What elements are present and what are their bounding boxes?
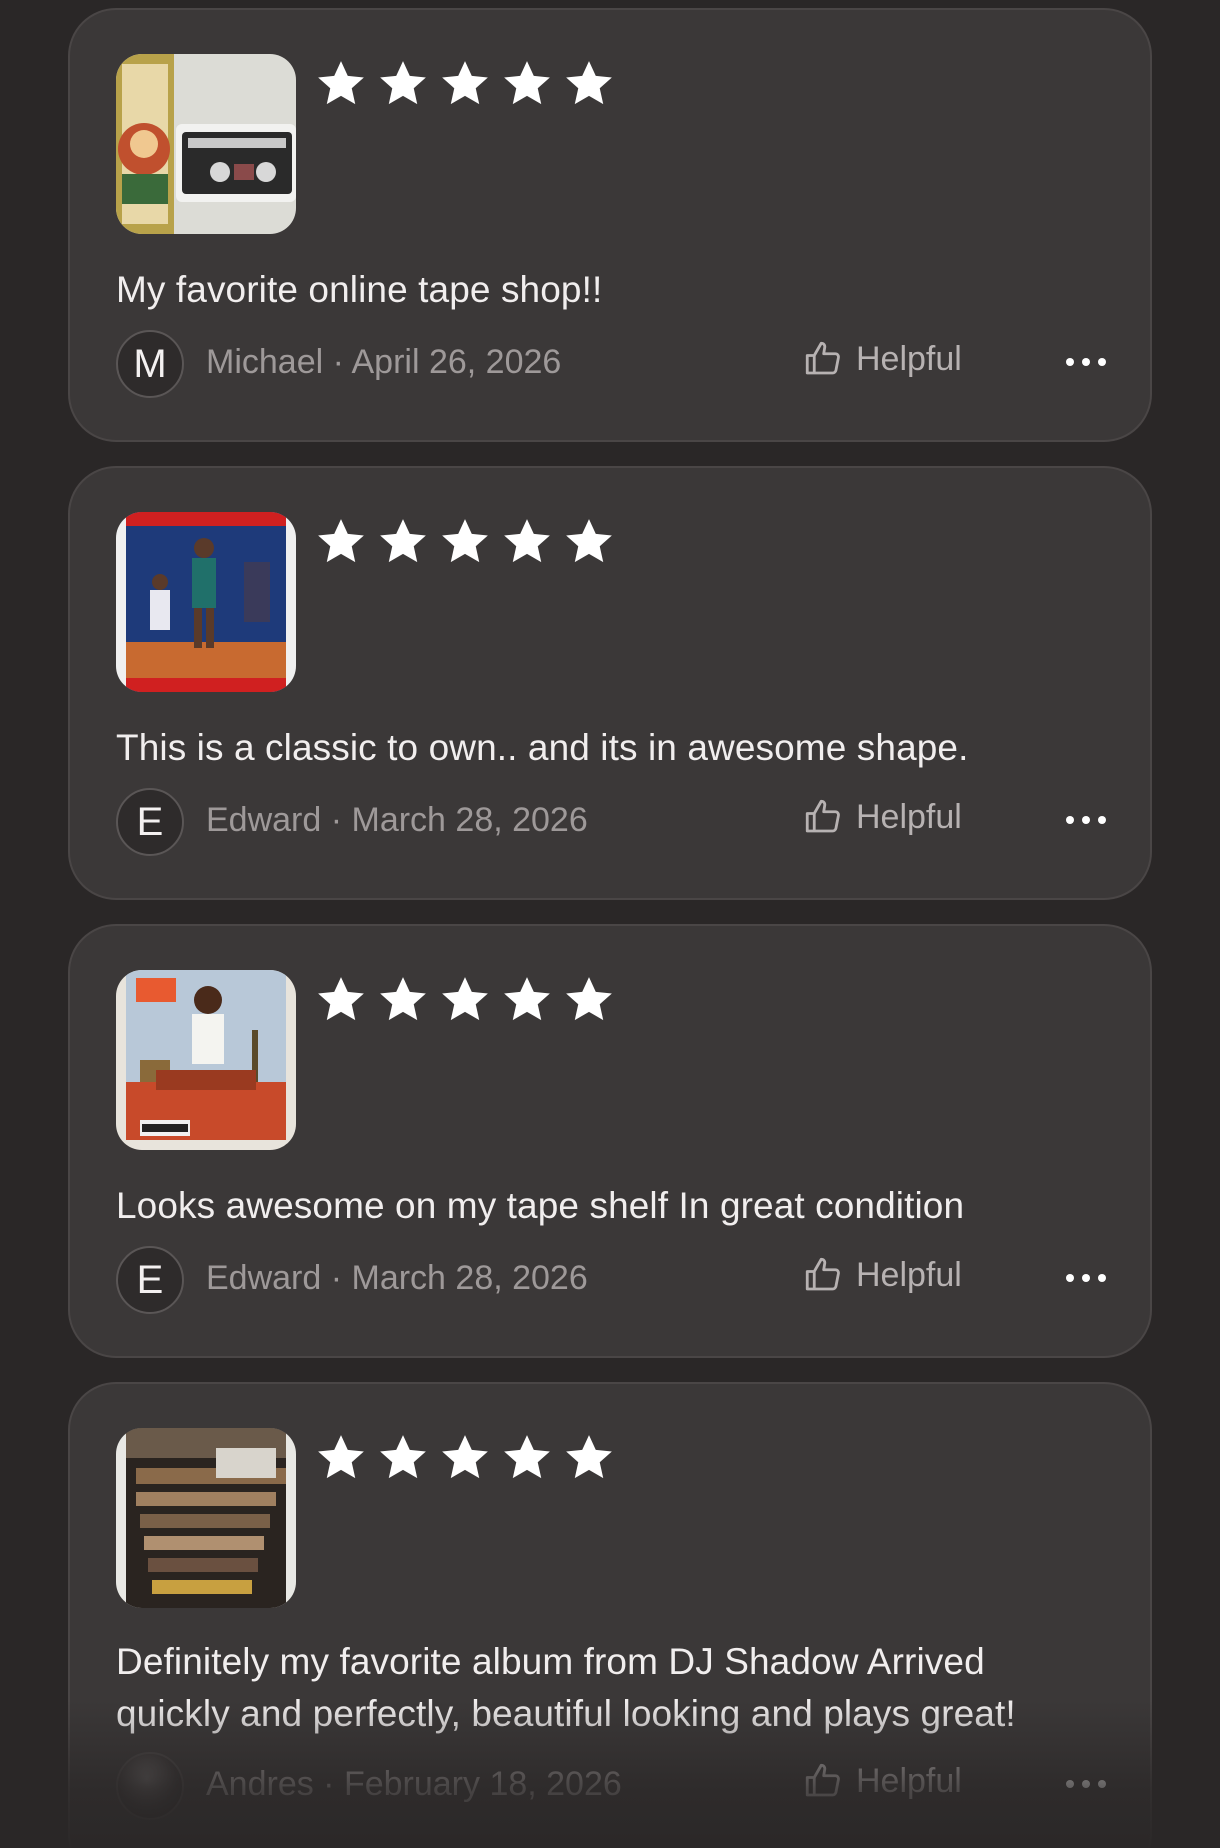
avatar[interactable]	[116, 1752, 184, 1820]
helpful-button[interactable]: Helpful	[802, 796, 962, 838]
review-meta: E Edward · March 28, 2026 Helpful	[116, 788, 1110, 856]
review-text: This is a classic to own.. and its in aw…	[116, 727, 969, 768]
star-icon	[318, 1435, 364, 1479]
star-icon	[566, 519, 612, 563]
review-meta: E Edward · March 28, 2026 Helpful	[116, 1246, 1110, 1314]
reviews-page: My favorite online tape shop!! M Michael…	[0, 0, 1220, 1848]
avatar[interactable]: E	[116, 788, 184, 856]
star-rating	[312, 1430, 618, 1486]
star-icon	[504, 1435, 550, 1479]
author-date: Edward · March 28, 2026	[206, 1259, 588, 1297]
basketball-cassette-cover-icon	[116, 512, 296, 692]
review-photo[interactable]	[116, 512, 296, 692]
review-meta: Andres · February 18, 2026 Helpful	[116, 1752, 1110, 1820]
star-icon	[566, 61, 612, 105]
author-date: Andres · February 18, 2026	[206, 1765, 622, 1803]
author-date: Michael · April 26, 2026	[206, 343, 562, 381]
review-text-line: quickly and perfectly, beautiful looking…	[116, 1693, 1016, 1734]
helpful-label: Helpful	[856, 798, 962, 836]
review-photo[interactable]	[116, 1428, 296, 1608]
more-options-icon[interactable]	[1062, 1772, 1110, 1796]
helpful-label: Helpful	[856, 1762, 962, 1800]
thumbs-up-icon	[805, 341, 840, 375]
star-rating	[312, 514, 618, 570]
more-options-icon[interactable]	[1062, 808, 1110, 832]
more-options-icon[interactable]	[1062, 1266, 1110, 1290]
thumbs-up-icon	[805, 1763, 840, 1797]
star-icon	[442, 519, 488, 563]
review-card: Looks awesome on my tape shelf In great …	[68, 924, 1152, 1358]
star-icon	[318, 61, 364, 105]
star-icon	[504, 519, 550, 563]
review-text-line: Definitely my favorite album from DJ Sha…	[116, 1641, 985, 1682]
star-rating	[312, 972, 618, 1028]
more-options-icon[interactable]	[1062, 350, 1110, 374]
avatar[interactable]: E	[116, 1246, 184, 1314]
review-photo[interactable]	[116, 970, 296, 1150]
star-icon	[318, 977, 364, 1021]
star-icon	[566, 1435, 612, 1479]
star-rating	[312, 56, 618, 112]
helpful-label: Helpful	[856, 340, 962, 378]
review-card: My favorite online tape shop!! M Michael…	[68, 8, 1152, 442]
star-icon	[380, 1435, 426, 1479]
helpful-label: Helpful	[856, 1256, 962, 1294]
review-text: Looks awesome on my tape shelf In great …	[116, 1185, 965, 1226]
review-meta: M Michael · April 26, 2026 Helpful	[116, 330, 1110, 398]
star-icon	[380, 61, 426, 105]
thumbs-up-icon	[805, 1257, 840, 1291]
star-icon	[380, 977, 426, 1021]
review-text: My favorite online tape shop!!	[116, 269, 603, 310]
record-store-cover-icon	[116, 1428, 296, 1608]
star-icon	[318, 519, 364, 563]
car-album-cover-icon	[116, 970, 296, 1150]
star-icon	[442, 977, 488, 1021]
review-photo[interactable]	[116, 54, 296, 234]
helpful-button[interactable]: Helpful	[802, 1760, 962, 1802]
cassette-photo-icon	[116, 54, 296, 234]
review-card: This is a classic to own.. and its in aw…	[68, 466, 1152, 900]
star-icon	[442, 61, 488, 105]
star-icon	[442, 1435, 488, 1479]
helpful-button[interactable]: Helpful	[802, 1254, 962, 1296]
star-icon	[504, 61, 550, 105]
star-icon	[504, 977, 550, 1021]
thumbs-up-icon	[805, 799, 840, 833]
avatar[interactable]: M	[116, 330, 184, 398]
helpful-button[interactable]: Helpful	[802, 338, 962, 380]
star-icon	[566, 977, 612, 1021]
review-text: Definitely my favorite album from DJ Sha…	[116, 1636, 1110, 1740]
review-card: Definitely my favorite album from DJ Sha…	[68, 1382, 1152, 1848]
author-date: Edward · March 28, 2026	[206, 801, 588, 839]
star-icon	[380, 519, 426, 563]
